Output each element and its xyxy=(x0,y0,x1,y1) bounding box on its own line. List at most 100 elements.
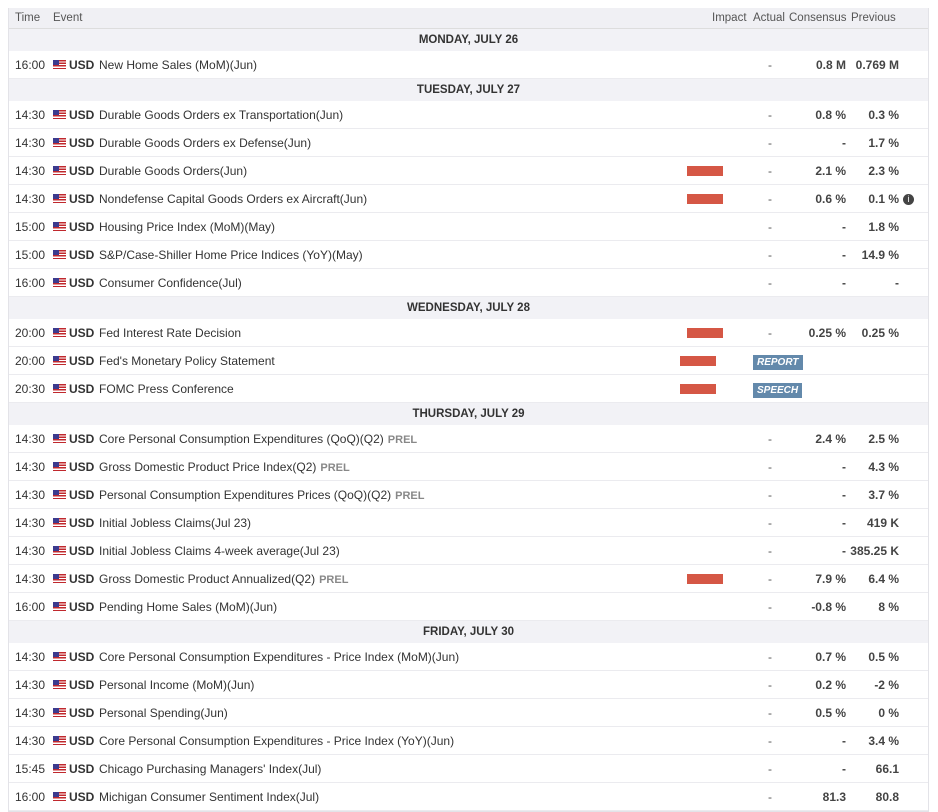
event-title[interactable]: Housing Price Index (MoM)(May) xyxy=(99,220,275,234)
event-name[interactable]: Fed Interest Rate Decision xyxy=(99,326,687,340)
consensus-value: 0.7 % xyxy=(815,649,846,664)
currency-code: USD xyxy=(69,459,95,474)
event-title[interactable]: New Home Sales (MoM)(Jun) xyxy=(99,58,257,72)
event-name[interactable]: Personal Spending(Jun) xyxy=(99,706,687,720)
actual-value: - xyxy=(768,135,772,150)
actual-value: - xyxy=(768,325,772,340)
report-badge[interactable]: REPORT xyxy=(753,354,803,370)
impact-high-bar xyxy=(687,165,723,176)
event-title[interactable]: Pending Home Sales (MoM)(Jun) xyxy=(99,600,277,614)
event-row[interactable]: 14:30 USD Personal Consumption Expenditure… xyxy=(9,481,928,509)
event-title[interactable]: Personal Income (MoM)(Jun) xyxy=(99,678,254,692)
event-title[interactable]: Durable Goods Orders ex Defense(Jun) xyxy=(99,136,311,150)
event-name[interactable]: Initial Jobless Claims(Jul 23) xyxy=(99,516,687,530)
event-row[interactable]: 15:00 USD Housing Price Index (MoM)(May) - -… xyxy=(9,213,928,241)
event-name[interactable]: Personal Income (MoM)(Jun) xyxy=(99,678,687,692)
day-header: THURSDAY, JULY 29 xyxy=(9,403,928,425)
event-row[interactable]: 14:30 USD Personal Spending(Jun) - 0.5 % 0 % xyxy=(9,699,928,727)
event-name[interactable]: Gross Domestic Product Annualized(Q2) PRE… xyxy=(99,572,687,586)
event-name[interactable]: S&P/Case-Shiller Home Price Indices (YoY… xyxy=(99,248,687,262)
event-row[interactable]: 16:00 USD Consumer Confidence(Jul) - - - xyxy=(9,269,928,297)
event-title[interactable]: Initial Jobless Claims 4-week average(Ju… xyxy=(99,544,340,558)
event-name[interactable]: Fed's Monetary Policy Statement xyxy=(99,354,680,368)
event-row[interactable]: 14:30 USD Initial Jobless Claims(Jul 23) - -… xyxy=(9,509,928,537)
consensus-value: - xyxy=(842,219,846,234)
day-header: MONDAY, JULY 26 xyxy=(9,29,928,51)
speech-badge[interactable]: SPEECH xyxy=(753,382,803,398)
event-row[interactable]: 14:30 USD Initial Jobless Claims 4-week av… xyxy=(9,537,928,565)
event-name[interactable]: Core Personal Consumption Expenditures -… xyxy=(99,650,687,664)
event-title[interactable]: Core Personal Consumption Expenditures -… xyxy=(99,650,459,664)
event-row[interactable]: 20:00 USD Fed Interest Rate Decision - 0.25 … xyxy=(9,319,928,347)
event-name[interactable]: Durable Goods Orders ex Transportation(J… xyxy=(99,108,687,122)
event-name[interactable]: Durable Goods Orders(Jun) xyxy=(99,164,687,178)
event-title[interactable]: Personal Spending(Jun) xyxy=(99,706,228,720)
event-row[interactable]: 14:30 USD Durable Goods Orders ex Transpor… xyxy=(9,101,928,129)
event-row[interactable]: 14:30 USD Gross Domestic Product Annualize… xyxy=(9,565,928,593)
event-name[interactable]: Core Personal Consumption Expenditures (… xyxy=(99,432,687,446)
info-icon[interactable]: i xyxy=(903,193,914,205)
event-row[interactable]: 14:30 USD Core Personal Consumption Expend… xyxy=(9,425,928,453)
event-title[interactable]: Nondefense Capital Goods Orders ex Aircr… xyxy=(99,192,367,206)
previous-value: 80.8 xyxy=(846,790,899,804)
event-title[interactable]: Durable Goods Orders ex Transportation(J… xyxy=(99,108,343,122)
actual-value: - xyxy=(768,191,772,206)
event-row[interactable]: 20:30 USD FOMC Press Conference SPEECH xyxy=(9,375,928,403)
event-title[interactable]: Durable Goods Orders(Jun) xyxy=(99,164,247,178)
event-row[interactable]: 16:00 USD Michigan Consumer Sentiment Inde… xyxy=(9,783,928,811)
event-title[interactable]: Gross Domestic Product Annualized(Q2) xyxy=(99,572,315,586)
event-row[interactable]: 14:30 USD Gross Domestic Product Price Ind… xyxy=(9,453,928,481)
us-flag-icon xyxy=(53,736,66,745)
event-title[interactable]: FOMC Press Conference xyxy=(99,382,234,396)
event-title[interactable]: Initial Jobless Claims(Jul 23) xyxy=(99,516,251,530)
event-name[interactable]: Consumer Confidence(Jul) xyxy=(99,276,687,290)
us-flag-icon xyxy=(53,434,66,443)
currency-code: USD xyxy=(69,353,95,368)
event-title[interactable]: Gross Domestic Product Price Index(Q2) xyxy=(99,460,316,474)
event-row[interactable]: 16:00 USD New Home Sales (MoM)(Jun) - 0.8 M 0… xyxy=(9,51,928,79)
event-row[interactable]: 16:00 USD Pending Home Sales (MoM)(Jun) - -0… xyxy=(9,593,928,621)
consensus-value: - xyxy=(842,543,846,558)
impact-medium-bar xyxy=(687,222,723,232)
event-row[interactable]: 15:45 USD Chicago Purchasing Managers' Ind… xyxy=(9,755,928,783)
event-title[interactable]: Chicago Purchasing Managers' Index(Jul) xyxy=(99,762,321,776)
event-title[interactable]: Personal Consumption Expenditures Prices… xyxy=(99,488,391,502)
event-name[interactable]: Initial Jobless Claims 4-week average(Ju… xyxy=(99,544,687,558)
us-flag-icon xyxy=(53,764,66,773)
impact-high-bar xyxy=(680,383,716,394)
event-title[interactable]: Consumer Confidence(Jul) xyxy=(99,276,242,290)
impact-medium-bar xyxy=(687,736,723,746)
event-title[interactable]: Core Personal Consumption Expenditures (… xyxy=(99,432,384,446)
event-title[interactable]: Fed's Monetary Policy Statement xyxy=(99,354,275,368)
event-row[interactable]: 14:30 USD Core Personal Consumption Expend… xyxy=(9,643,928,671)
event-name[interactable]: Durable Goods Orders ex Defense(Jun) xyxy=(99,136,687,150)
event-name[interactable]: Personal Consumption Expenditures Prices… xyxy=(99,488,687,502)
event-time: 14:30 xyxy=(15,459,46,474)
event-title[interactable]: Fed Interest Rate Decision xyxy=(99,326,241,340)
event-row[interactable]: 20:00 USD Fed's Monetary Policy Statement R… xyxy=(9,347,928,375)
event-name[interactable]: Nondefense Capital Goods Orders ex Aircr… xyxy=(99,192,687,206)
event-title[interactable]: S&P/Case-Shiller Home Price Indices (YoY… xyxy=(99,248,363,262)
event-row[interactable]: 14:30 USD Personal Income (MoM)(Jun) - 0.2 %… xyxy=(9,671,928,699)
event-row[interactable]: 14:30 USD Nondefense Capital Goods Orders … xyxy=(9,185,928,213)
event-row[interactable]: 15:00 USD S&P/Case-Shiller Home Price Indi… xyxy=(9,241,928,269)
event-row[interactable]: 14:30 USD Durable Goods Orders(Jun) - 2.1 % 2… xyxy=(9,157,928,185)
event-name[interactable]: New Home Sales (MoM)(Jun) xyxy=(99,58,687,72)
event-title[interactable]: Core Personal Consumption Expenditures -… xyxy=(99,734,454,748)
event-name[interactable]: Housing Price Index (MoM)(May) xyxy=(99,220,687,234)
previous-text: 80.8 xyxy=(875,789,899,804)
event-row[interactable]: 14:30 USD Core Personal Consumption Expend… xyxy=(9,727,928,755)
impact-high-bar xyxy=(687,327,723,338)
event-name[interactable]: Chicago Purchasing Managers' Index(Jul) xyxy=(99,762,687,776)
event-name[interactable]: Core Personal Consumption Expenditures -… xyxy=(99,734,687,748)
previous-text: 6.4 % xyxy=(868,571,899,586)
event-title[interactable]: Michigan Consumer Sentiment Index(Jul) xyxy=(99,790,319,804)
actual-value: - xyxy=(768,761,772,776)
event-name[interactable]: Michigan Consumer Sentiment Index(Jul) xyxy=(99,790,687,804)
event-name[interactable]: Pending Home Sales (MoM)(Jun) xyxy=(99,600,687,614)
event-name[interactable]: Gross Domestic Product Price Index(Q2) PR… xyxy=(99,460,687,474)
event-time: 14:30 xyxy=(15,543,46,558)
event-name[interactable]: FOMC Press Conference xyxy=(99,382,680,396)
event-row[interactable]: 14:30 USD Durable Goods Orders ex Defense(… xyxy=(9,129,928,157)
preliminary-tag: PREL xyxy=(395,489,425,502)
